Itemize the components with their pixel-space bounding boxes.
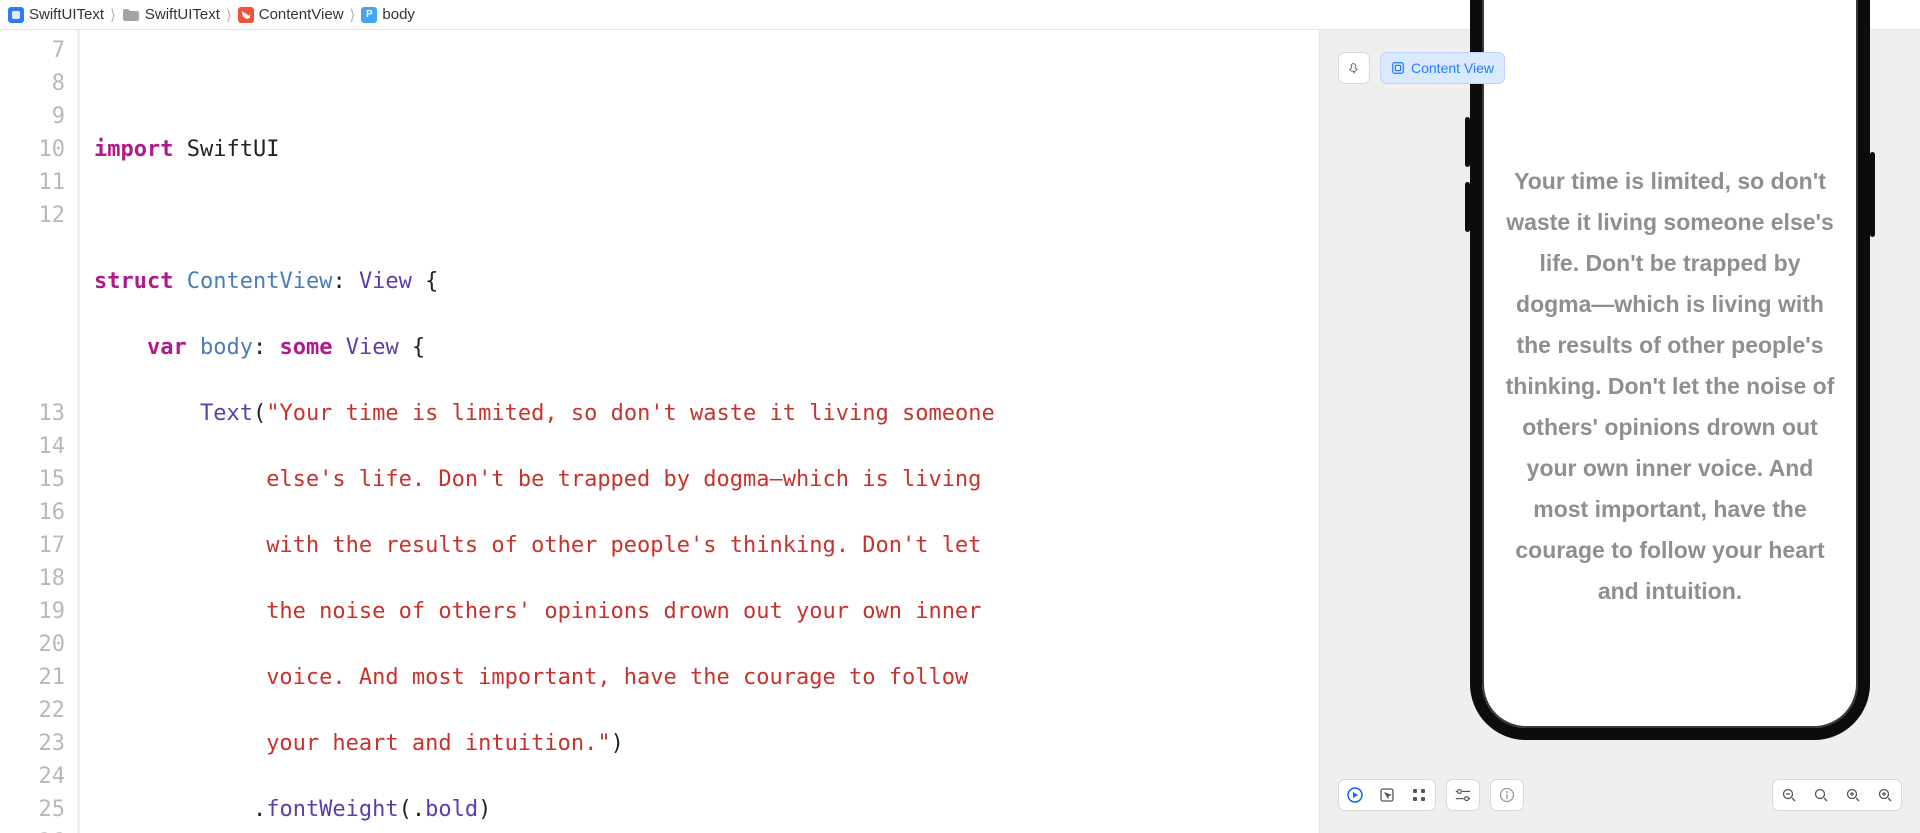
breadcrumb-symbol-label: body: [382, 6, 415, 23]
play-icon: [1347, 787, 1363, 803]
line-number: 9: [0, 100, 65, 133]
line-number: 14: [0, 430, 65, 463]
breadcrumb-symbol[interactable]: P body: [361, 6, 415, 23]
chevron-right-icon: ⟩: [108, 6, 118, 24]
preview-tab[interactable]: Content View: [1380, 52, 1505, 84]
line-number: 20: [0, 628, 65, 661]
pin-preview-button[interactable]: [1338, 52, 1370, 84]
chevron-right-icon: ⟩: [224, 6, 234, 24]
line-number: 12: [0, 199, 65, 232]
line-number: 19: [0, 595, 65, 628]
line-number: 7: [0, 34, 65, 67]
zoom-in-icon: [1877, 787, 1893, 803]
chevron-right-icon: ⟩: [348, 6, 358, 24]
preview-mode-group: [1338, 779, 1436, 811]
power-button: [1870, 152, 1875, 237]
inspect-button[interactable]: [1491, 780, 1523, 810]
line-number: 16: [0, 496, 65, 529]
grid-icon: [1411, 787, 1427, 803]
zoom-100-icon: [1813, 787, 1829, 803]
preview-text: Your time is limited, so don't waste it …: [1482, 117, 1858, 656]
line-number: 15: [0, 463, 65, 496]
zoom-actual-button[interactable]: [1805, 780, 1837, 810]
device-settings-group: [1446, 779, 1480, 811]
info-icon: [1499, 787, 1515, 803]
zoom-fit-icon: [1845, 787, 1861, 803]
line-number: 23: [0, 727, 65, 760]
line-number: 22: [0, 694, 65, 727]
inspect-group: [1490, 779, 1524, 811]
breadcrumb-file[interactable]: ContentView: [238, 6, 344, 23]
breadcrumb-project[interactable]: SwiftUIText: [8, 6, 104, 23]
line-number: 25: [0, 793, 65, 826]
preview-top-bar: Content View: [1338, 52, 1505, 84]
breadcrumb-file-label: ContentView: [259, 6, 344, 23]
line-number: 18: [0, 562, 65, 595]
preview-tab-label: Content View: [1411, 60, 1494, 76]
cursor-rect-icon: [1379, 787, 1395, 803]
app-icon: [8, 7, 24, 23]
line-number: [0, 331, 65, 364]
zoom-out-icon: [1781, 787, 1797, 803]
volume-down-button: [1465, 182, 1470, 232]
line-number-gutter: 7 8 9 10 11 12 13 14 15 16 17 18 19 20 2…: [0, 30, 80, 833]
line-number: 21: [0, 661, 65, 694]
selectable-preview-button[interactable]: [1371, 780, 1403, 810]
code-area[interactable]: import SwiftUI struct ContentView: View …: [80, 30, 1319, 833]
line-number: [0, 265, 65, 298]
line-number: 24: [0, 760, 65, 793]
line-number: [0, 232, 65, 265]
device-frame: Your time is limited, so don't waste it …: [1470, 0, 1870, 740]
line-number: 26: [0, 826, 65, 833]
line-number: [0, 298, 65, 331]
breadcrumb-group[interactable]: SwiftUIText: [122, 6, 220, 23]
preview-canvas: Content View Your time is limited, so do…: [1320, 30, 1920, 833]
sliders-icon: [1454, 787, 1472, 803]
code-editor[interactable]: 7 8 9 10 11 12 13 14 15 16 17 18 19 20 2…: [0, 30, 1320, 833]
line-number: 8: [0, 67, 65, 100]
device-settings-button[interactable]: [1447, 780, 1479, 810]
preview-chip-icon: [1391, 61, 1405, 75]
pin-icon: [1349, 61, 1359, 75]
line-number: 11: [0, 166, 65, 199]
line-number: [0, 364, 65, 397]
breadcrumb-project-label: SwiftUIText: [29, 6, 104, 23]
preview-bottom-left-toolbar: [1338, 779, 1524, 811]
line-number: 17: [0, 529, 65, 562]
variants-preview-button[interactable]: [1403, 780, 1435, 810]
breadcrumb-group-label: SwiftUIText: [145, 6, 220, 23]
line-number: 13: [0, 397, 65, 430]
volume-up-button: [1465, 117, 1470, 167]
workspace: 7 8 9 10 11 12 13 14 15 16 17 18 19 20 2…: [0, 30, 1920, 833]
zoom-fit-button[interactable]: [1837, 780, 1869, 810]
live-preview-button[interactable]: [1339, 780, 1371, 810]
folder-icon: [122, 8, 140, 22]
zoom-in-button[interactable]: [1869, 780, 1901, 810]
swift-file-icon: [238, 7, 254, 23]
preview-zoom-toolbar: [1772, 779, 1902, 811]
line-number: 10: [0, 133, 65, 166]
zoom-out-button[interactable]: [1773, 780, 1805, 810]
property-icon: P: [361, 7, 377, 23]
